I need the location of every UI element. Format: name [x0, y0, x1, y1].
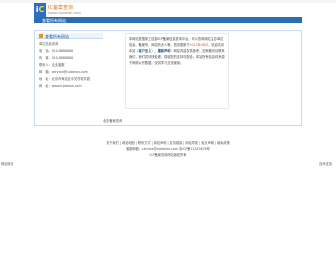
contact-line: 传 真：010-8888888: [39, 56, 74, 60]
info-panel: 查看所有网站 单位信息查询 电 话：010-8888888 传 真：010-88…: [34, 30, 302, 126]
status-left[interactable]: 网站统计: [1, 161, 14, 166]
status-right[interactable]: 技术支持: [319, 161, 332, 166]
nav-link-all-sites[interactable]: 查看所有网站: [42, 18, 66, 23]
site-logo[interactable]: iC: [34, 3, 46, 17]
intro-text: 本网站是国家工信部ICP备案信息查询平台，可以查询网站主办单位信息、备案号、网站…: [129, 37, 225, 65]
logo-subtitle: www.icpbeian.com: [48, 11, 81, 15]
intro-bold-1: 客户至上: [138, 49, 152, 53]
bullet-icon: [39, 34, 43, 38]
footer: 关于我们 | 网站地图 | 联系方式 | 网站声明 | 友情链接 | 网站导航 …: [34, 140, 302, 158]
nav-bar: 查看所有网站: [34, 17, 302, 23]
contact-line: 电 话：010-8888888: [39, 49, 74, 53]
intro-box: 本网站是国家工信部ICP备案信息查询平台，可以查询网站主办单位信息、备案号、网站…: [125, 33, 229, 109]
intro-bold-2: 最新声明: [157, 49, 171, 53]
contact-line: 邮 箱：service@icpbeian.com: [39, 70, 88, 74]
panel-footer-link[interactable]: 北京备案查询: [103, 119, 122, 123]
left-column: 查看所有网站 单位信息查询 电 话：010-8888888 传 真：010-88…: [35, 31, 105, 125]
contact-line: 单位信息查询: [39, 42, 59, 46]
left-panel-title: 查看所有网站: [37, 33, 103, 39]
left-panel-title-text[interactable]: 查看所有网站: [45, 34, 69, 39]
contact-line: 地 址：北京市海淀区中关村软件园: [39, 77, 90, 81]
contact-line: 联系人：企业客服: [39, 63, 65, 67]
contact-info: 单位信息查询 电 话：010-8888888 传 真：010-8888888 联…: [39, 41, 103, 90]
contact-line: 网 址：www.icpbeian.com: [39, 84, 82, 88]
header: iC IC备案查询 www.icpbeian.com: [34, 3, 302, 17]
footer-copyright: ICP备案查询网站版权所有: [149, 153, 187, 157]
intro-date: 2013年08月: [189, 43, 209, 47]
